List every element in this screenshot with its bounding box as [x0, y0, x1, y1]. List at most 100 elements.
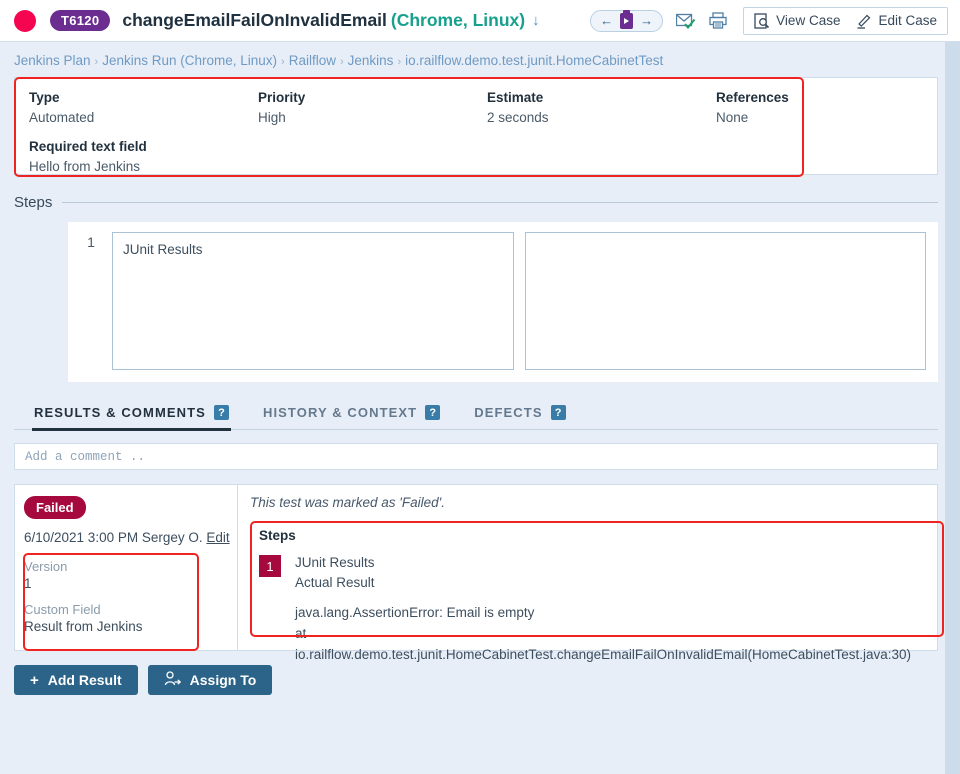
result-actual-result-label: Actual Result [295, 575, 375, 590]
add-comment-input[interactable]: Add a comment .. [14, 443, 938, 470]
result-steps-title: Steps [259, 528, 296, 543]
case-details-row: Type Automated Priority High Estimate 2 … [29, 90, 937, 125]
help-icon[interactable]: ? [550, 405, 566, 420]
detail-references-value: None [716, 110, 749, 125]
assign-to-label: Assign To [189, 672, 257, 688]
stack-trace-line-2: at io.railflow.demo.test.junit.HomeCabin… [295, 625, 912, 662]
add-result-label: Add Result [47, 672, 122, 688]
detail-required-text-field: Required text field Hello from Jenkins [29, 139, 937, 174]
detail-required-text-label: Required text field [29, 139, 147, 154]
breadcrumb: Jenkins Plan › Jenkins Run (Chrome, Linux)… [0, 42, 960, 77]
tab-results-and-comments-label: RESULTS & COMMENTS [34, 405, 206, 420]
breadcrumb-item-4[interactable]: io.railflow.demo.test.junit.HomeCabinetT… [405, 53, 663, 68]
clipboard-icon[interactable] [620, 10, 634, 29]
help-icon[interactable]: ? [425, 405, 441, 420]
breadcrumb-separator: › [397, 56, 402, 68]
result-tabs: RESULTS & COMMENTS ? HISTORY & CONTEXT ?… [14, 401, 938, 431]
case-title-text: changeEmailFailOnInvalidEmail [122, 10, 387, 30]
previous-case-icon[interactable]: ← [600, 13, 613, 28]
footer-actions: + Add Result Assign To [14, 665, 960, 695]
assign-to-button[interactable]: Assign To [147, 665, 273, 695]
steps-section-title: Steps [14, 194, 53, 211]
breadcrumb-separator: › [339, 56, 344, 68]
breadcrumb-separator: › [281, 56, 285, 68]
tab-results-and-comments[interactable]: RESULTS & COMMENTS ? [32, 401, 231, 431]
result-step-name: JUnit Results [295, 555, 375, 570]
detail-references: References None [716, 90, 789, 125]
custom-field-custom: Custom Field Result from Jenkins [24, 602, 200, 634]
case-id-badge[interactable]: T6120 [50, 10, 111, 31]
tab-defects-label: DEFECTS [474, 405, 543, 420]
page-title: changeEmailFailOnInvalidEmail (Chrome, Li… [122, 10, 525, 31]
steps-header-rule [62, 202, 938, 203]
custom-field-version-value: 1 [24, 576, 32, 591]
result-step-body: JUnit Results Actual Result java.lang.As… [295, 555, 916, 666]
detail-type-label: Type [29, 90, 60, 105]
plus-icon: + [30, 671, 39, 689]
result-stack-trace: java.lang.AssertionError: Email is empty… [295, 603, 916, 666]
breadcrumb-item-1[interactable]: Jenkins Run (Chrome, Linux) [102, 53, 277, 68]
edit-case-button[interactable]: Edit Case [856, 13, 937, 29]
result-entry-body: This test was marked as 'Failed'. Steps … [237, 485, 944, 662]
custom-field-custom-label: Custom Field [24, 602, 101, 617]
printer-icon[interactable] [709, 12, 727, 29]
add-comment-placeholder: Add a comment .. [25, 449, 146, 464]
breadcrumb-item-3[interactable]: Jenkins [348, 53, 394, 68]
detail-required-text-value: Hello from Jenkins [29, 159, 141, 174]
next-case-icon[interactable]: → [640, 13, 653, 28]
pencil-icon [857, 14, 871, 29]
result-steps-block: Steps 1 JUnit Results Actual Result java… [250, 521, 944, 666]
detail-priority-value: High [258, 110, 286, 125]
stack-trace-line-1: java.lang.AssertionError: Email is empty [295, 605, 535, 620]
step-fields: JUnit Results [112, 232, 926, 370]
result-author: Sergey O. [141, 530, 203, 545]
result-entry-meta: Failed 6/10/2021 3:00 PM Sergey O. Edit … [15, 485, 237, 651]
case-environment: (Chrome, Linux) [390, 10, 526, 30]
detail-priority: Priority High [258, 90, 487, 125]
tab-history-and-context-label: HISTORY & CONTEXT [262, 405, 418, 420]
step-expected-result-field[interactable] [524, 232, 926, 370]
edit-case-label: Edit Case [878, 13, 937, 28]
result-entry: Failed 6/10/2021 3:00 PM Sergey O. Edit … [14, 484, 944, 662]
person-arrow-icon [164, 671, 181, 689]
breadcrumb-separator: › [94, 56, 99, 68]
result-timestamp-author: 6/10/2021 3:00 PM Sergey O. Edit [24, 530, 237, 545]
case-details-card: Type Automated Priority High Estimate 2 … [14, 77, 938, 177]
detail-references-label: References [716, 90, 789, 105]
page-header: T6120 changeEmailFailOnInvalidEmail (Chro… [0, 0, 960, 42]
vertical-scrollbar[interactable] [945, 42, 960, 774]
breadcrumb-item-0[interactable]: Jenkins Plan [14, 53, 91, 68]
case-actions-group: View Case Edit Case [743, 6, 948, 35]
steps-section-header: Steps [14, 194, 938, 211]
view-case-button[interactable]: View Case [754, 12, 841, 29]
case-navigation[interactable]: ← → [590, 9, 664, 32]
custom-field-version-label: Version [24, 559, 68, 574]
download-icon[interactable]: ↓ [532, 12, 540, 29]
view-case-icon [754, 12, 770, 29]
detail-type-value: Automated [29, 110, 95, 125]
result-step-row: 1 JUnit Results Actual Result java.lang.… [259, 555, 916, 666]
status-badge: Failed [24, 496, 86, 519]
failed-status-dot [14, 9, 36, 32]
result-timestamp: 6/10/2021 3:00 PM [24, 530, 139, 545]
add-result-button[interactable]: + Add Result [14, 665, 138, 695]
view-case-label: View Case [776, 13, 841, 28]
help-icon[interactable]: ? [213, 405, 229, 420]
edit-result-link[interactable]: Edit [206, 530, 229, 545]
steps-table: 1 JUnit Results [68, 222, 938, 382]
detail-estimate-label: Estimate [487, 90, 544, 105]
tab-history-and-context[interactable]: HISTORY & CONTEXT ? [261, 401, 442, 431]
detail-priority-label: Priority [258, 90, 306, 105]
step-description-field[interactable]: JUnit Results [112, 232, 514, 370]
detail-estimate: Estimate 2 seconds [487, 90, 716, 125]
detail-type: Type Automated [29, 90, 258, 125]
envelope-check-icon[interactable] [676, 13, 696, 29]
tab-defects[interactable]: DEFECTS ? [472, 401, 567, 431]
result-step-number: 1 [259, 555, 281, 577]
breadcrumb-item-2[interactable]: Railflow [289, 53, 336, 68]
detail-estimate-value: 2 seconds [487, 110, 549, 125]
result-custom-fields: Version 1 Custom Field Result from Jenki… [23, 553, 200, 651]
custom-field-custom-value: Result from Jenkins [24, 619, 143, 634]
step-number: 1 [87, 234, 95, 250]
custom-field-version: Version 1 [24, 559, 200, 591]
